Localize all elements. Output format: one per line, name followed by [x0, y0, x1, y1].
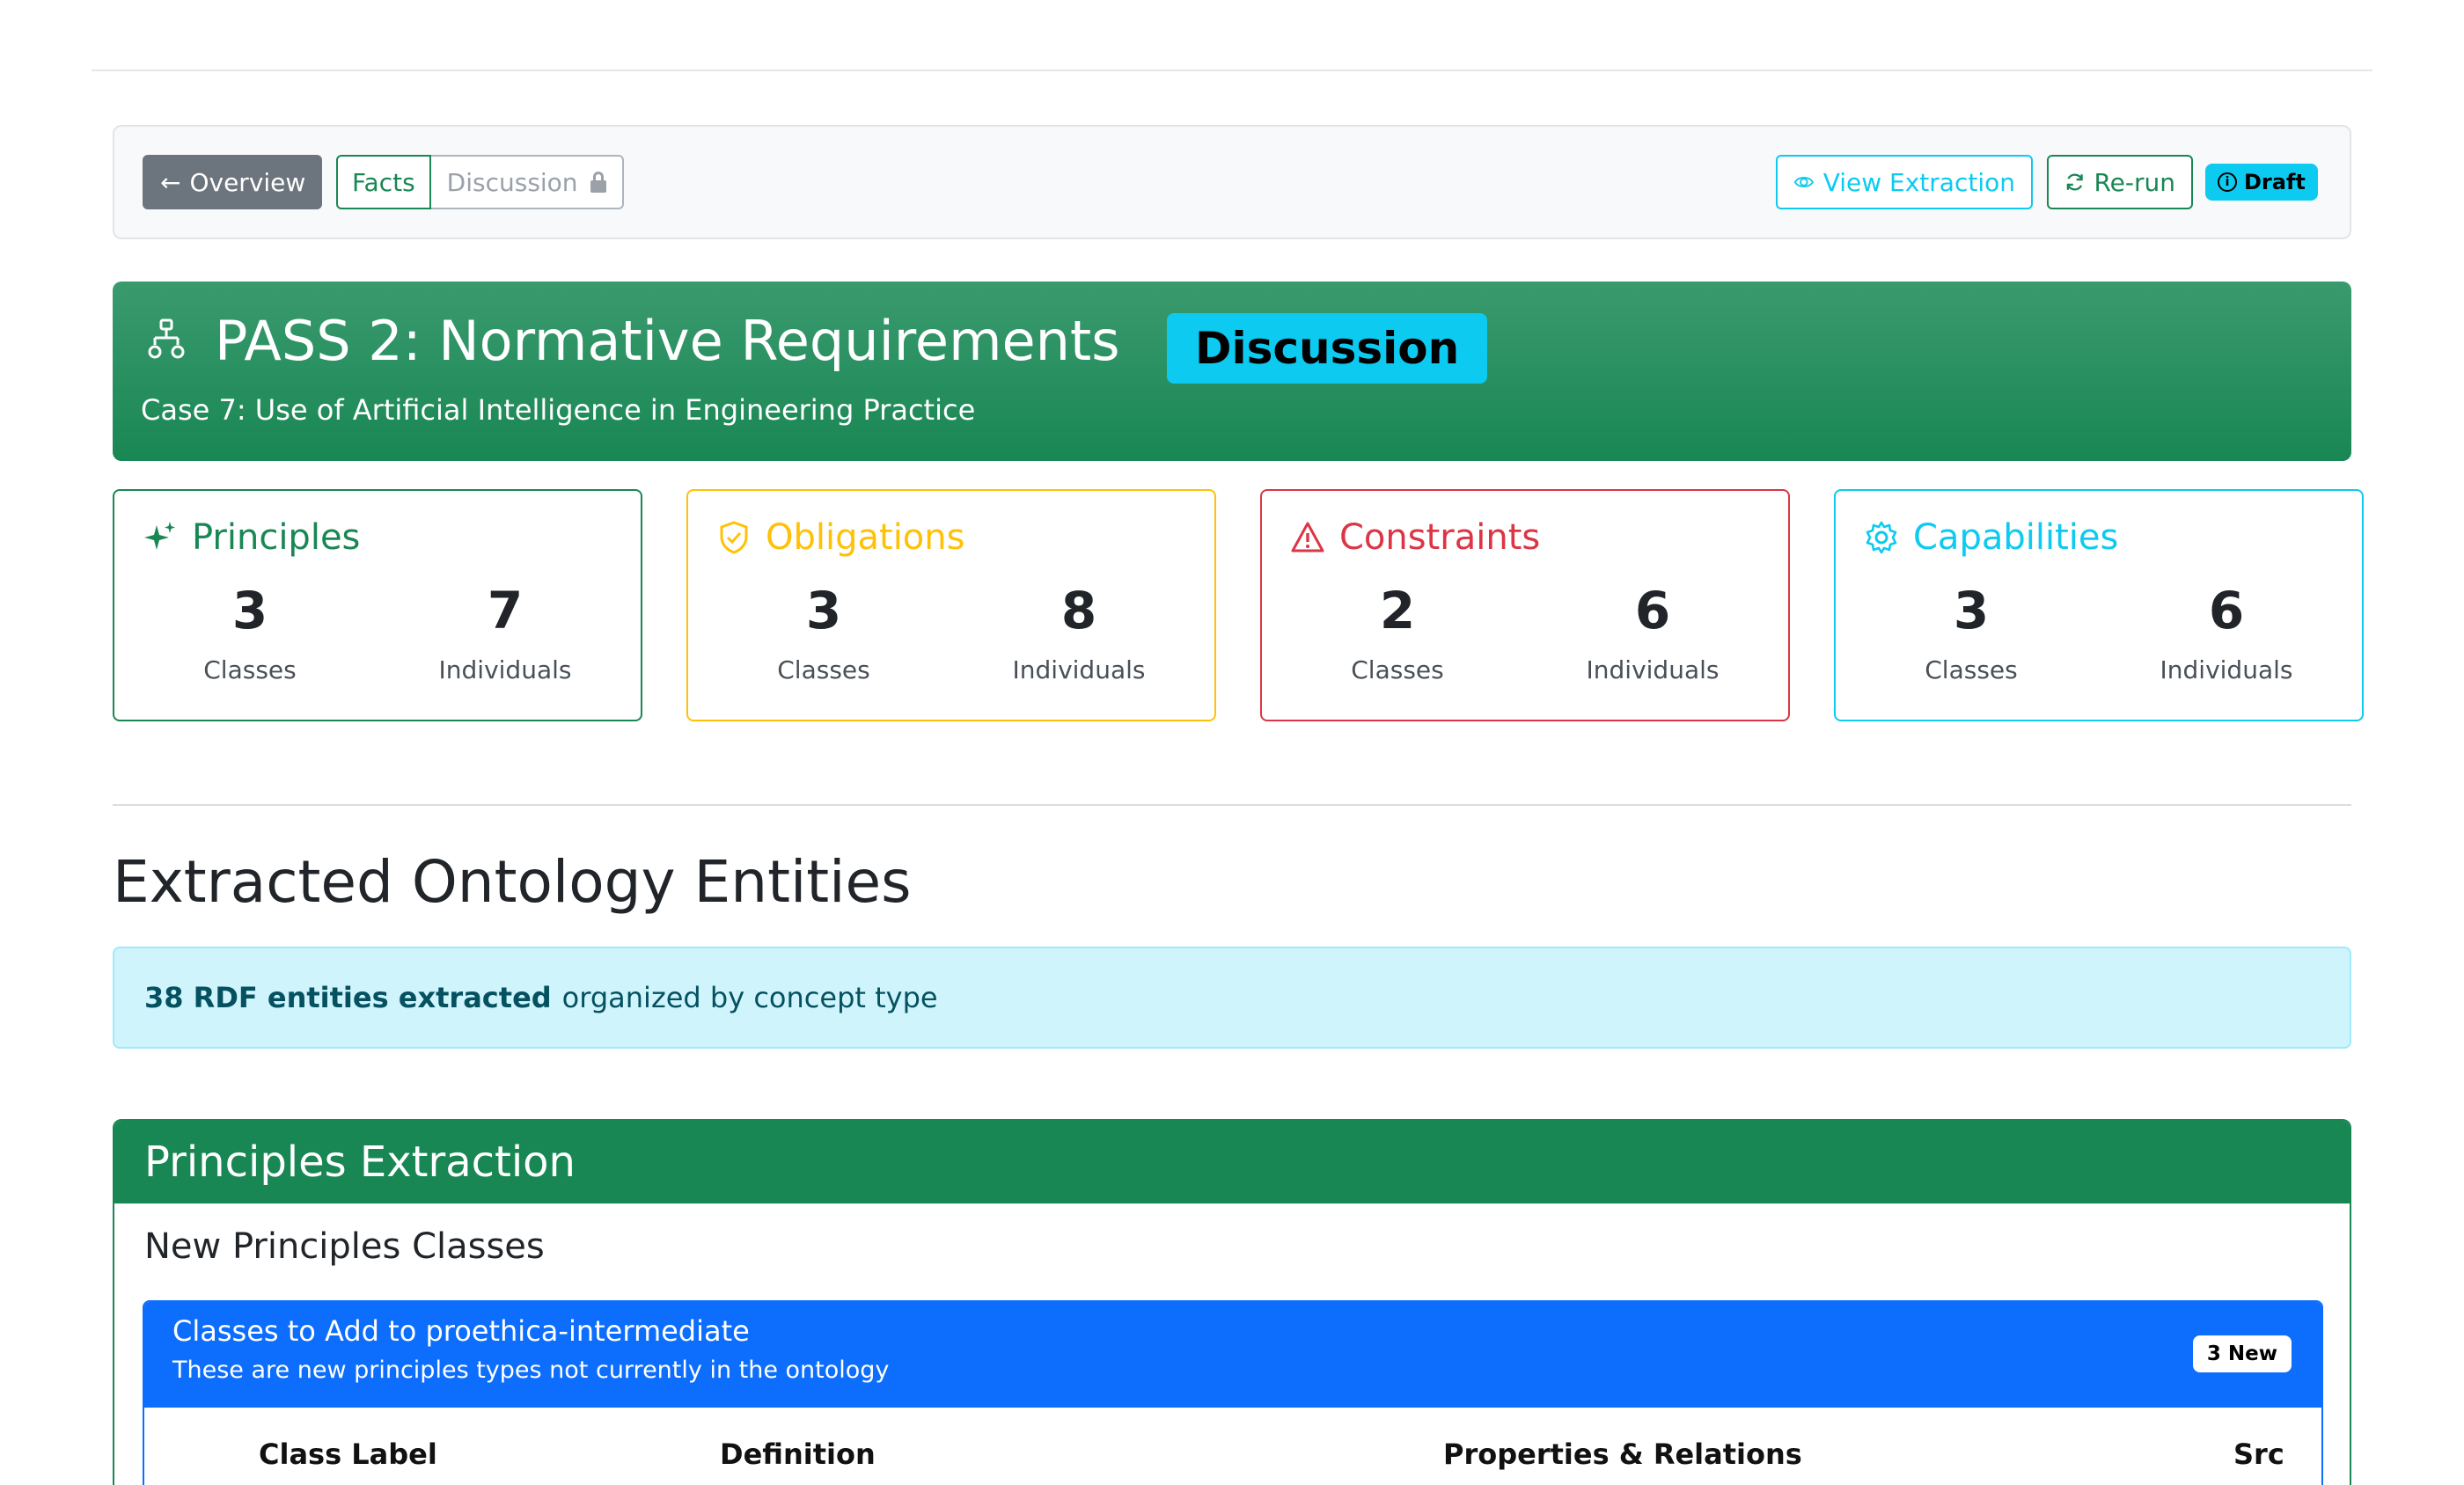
classes-label: Classes: [777, 655, 870, 684]
section-divider: [113, 804, 2351, 806]
pass-header: PASS 2: Normative Requirements Discussio…: [113, 282, 2351, 461]
overview-label: Overview: [189, 167, 306, 197]
capabilities-title: Capabilities: [1913, 517, 2119, 558]
top-divider: [92, 69, 2372, 71]
refresh-icon: [2066, 173, 2083, 191]
panel-header: Principles Extraction: [114, 1121, 2350, 1203]
constraints-card: Constraints 2 Classes 6 Individuals: [1260, 489, 1790, 721]
new-classes-box: Classes to Add to proethica-intermediate…: [143, 1300, 2323, 1485]
individuals-label: Individuals: [1012, 655, 1146, 684]
individuals-label: Individuals: [2160, 655, 2293, 684]
individuals-count: 7: [487, 581, 524, 640]
constraints-title: Constraints: [1339, 517, 1541, 558]
section-badge: Discussion: [1167, 313, 1488, 384]
rerun-label: Re-run: [2094, 167, 2175, 197]
individuals-count: 6: [2208, 581, 2245, 640]
individuals-stat: 8 Individuals: [964, 577, 1193, 690]
case-subtitle: Case 7: Use of Artificial Intelligence i…: [141, 393, 976, 427]
individuals-stat: 6 Individuals: [2112, 577, 2341, 690]
column-header-class-label[interactable]: Class Label: [259, 1437, 437, 1471]
individuals-stat: 7 Individuals: [391, 577, 620, 690]
obligations-card: Obligations 3 Classes 8 Individuals: [686, 489, 1216, 721]
principles-title: Principles: [192, 517, 361, 558]
individuals-stat: 6 Individuals: [1538, 577, 1767, 690]
column-header-src[interactable]: Src: [2233, 1437, 2284, 1471]
new-count-badge: 3 New: [2192, 1335, 2292, 1372]
classes-stat: 3 Classes: [136, 577, 364, 690]
overview-button[interactable]: ← Overview: [143, 155, 322, 209]
facts-tab[interactable]: Facts: [336, 155, 431, 209]
obligations-title: Obligations: [766, 517, 965, 558]
card-title: Capabilities: [1864, 517, 2118, 558]
classes-label: Classes: [203, 655, 297, 684]
discussion-tab[interactable]: Discussion: [430, 155, 624, 209]
individuals-label: Individuals: [1586, 655, 1720, 684]
individuals-count: 8: [1060, 581, 1097, 640]
view-extraction-button[interactable]: View Extraction: [1776, 155, 2033, 209]
classes-stat: 3 Classes: [709, 577, 938, 690]
discussion-label: Discussion: [446, 167, 578, 197]
arrow-left-icon: ←: [160, 167, 181, 197]
view-extraction-label: View Extraction: [1822, 167, 2015, 197]
card-title: Principles: [143, 517, 360, 558]
pass-segment-group: Facts Discussion: [336, 155, 624, 209]
info-alert: 38 RDF entities extracted organized by c…: [113, 947, 2351, 1049]
sparkles-icon: [144, 522, 175, 550]
eye-icon: [1793, 176, 1815, 188]
classes-count: 3: [231, 581, 268, 640]
card-title: Obligations: [716, 517, 964, 558]
principles-card: Principles 3 Classes 7 Individuals: [113, 489, 642, 721]
facts-label: Facts: [352, 167, 415, 197]
alert-bold-text: 38 RDF entities extracted: [144, 981, 552, 1014]
draft-label: Draft: [2244, 170, 2306, 194]
individuals-count: 6: [1634, 581, 1671, 640]
draft-badge: i Draft: [2205, 164, 2318, 201]
classes-stat: 3 Classes: [1857, 577, 2086, 690]
classes-stat: 2 Classes: [1283, 577, 1512, 690]
new-classes-header: Classes to Add to proethica-intermediate…: [144, 1302, 2321, 1408]
lock-icon: [590, 172, 606, 193]
principles-extraction-panel: Principles Extraction New Principles Cla…: [113, 1119, 2351, 1485]
classes-count: 2: [1379, 581, 1416, 640]
box-title: Classes to Add to proethica-intermediate: [172, 1314, 750, 1348]
alert-text: organized by concept type: [561, 981, 938, 1014]
shield-check-icon: [720, 521, 748, 554]
individuals-label: Individuals: [438, 655, 572, 684]
panel-subheader: New Principles Classes: [144, 1226, 545, 1267]
capabilities-card: Capabilities 3 Classes 6 Individuals: [1834, 489, 2364, 721]
rerun-button[interactable]: Re-run: [2047, 155, 2193, 209]
column-header-properties[interactable]: Properties & Relations: [1443, 1437, 1802, 1471]
column-header-definition[interactable]: Definition: [720, 1437, 876, 1471]
warning-triangle-icon: [1291, 522, 1324, 552]
classes-label: Classes: [1925, 655, 2018, 684]
classes-count: 3: [1953, 581, 1990, 640]
page-title: PASS 2: Normative Requirements: [215, 309, 1120, 373]
card-title: Constraints: [1290, 517, 1540, 558]
section-title: Extracted Ontology Entities: [113, 848, 912, 916]
gear-icon: [1866, 521, 1897, 554]
info-icon: i: [2218, 172, 2237, 192]
toolbar: ← Overview Facts Discussion View Extract…: [113, 125, 2351, 239]
classes-count: 3: [805, 581, 842, 640]
hierarchy-icon: [148, 318, 185, 359]
classes-label: Classes: [1351, 655, 1444, 684]
box-subtitle: These are new principles types not curre…: [172, 1357, 890, 1384]
